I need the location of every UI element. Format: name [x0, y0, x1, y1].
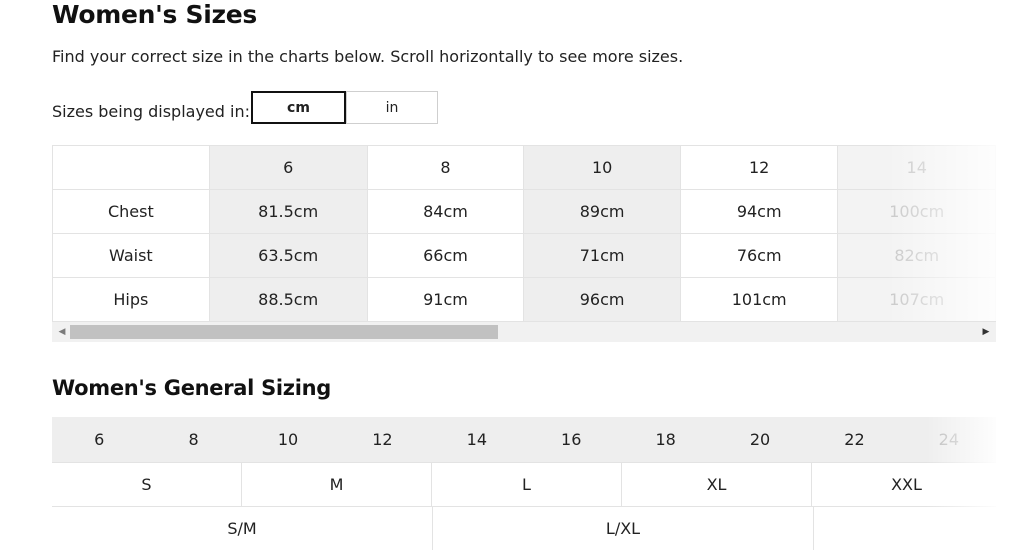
table-cell: 101cm: [679, 277, 839, 322]
size-header: 6: [208, 145, 368, 190]
combo-size: [813, 506, 996, 550]
row-label: Hips: [52, 277, 210, 322]
scrollbar-thumb[interactable]: [70, 325, 498, 339]
intro-text: Find your correct size in the charts bel…: [52, 47, 684, 66]
unit-toggle: cm in: [251, 91, 438, 124]
combo-size: S/M: [52, 506, 433, 550]
table-row: Waist 63.5cm 66cm 71cm 76cm 82cm: [52, 233, 996, 278]
table-cell: 76cm: [679, 233, 839, 278]
general-size: 22: [844, 430, 865, 449]
table-cell: 66cm: [366, 233, 525, 278]
letter-size: S: [52, 462, 242, 507]
unit-cm-button[interactable]: cm: [251, 91, 346, 124]
table-cell: 63.5cm: [208, 233, 368, 278]
letter-size: XXL: [811, 462, 996, 507]
general-size-row: 6 8 10 12 14 16 18 20 22 24: [52, 417, 996, 462]
table-row: Hips 88.5cm 91cm 96cm 101cm 107cm: [52, 277, 996, 322]
table-cell: 100cm: [837, 189, 996, 234]
horizontal-scrollbar[interactable]: ◀ ▶: [52, 322, 996, 342]
table-cell: 82cm: [837, 233, 996, 278]
table-cell: 96cm: [523, 277, 681, 322]
table-row: Chest 81.5cm 84cm 89cm 94cm 100cm: [52, 189, 996, 234]
page-title: Women's Sizes: [52, 0, 257, 29]
general-size: 10: [277, 430, 299, 449]
table-cell: 94cm: [679, 189, 839, 234]
general-size: 16: [561, 430, 582, 449]
size-header: 14: [837, 145, 996, 190]
scroll-left-icon[interactable]: ◀: [57, 327, 67, 337]
letter-size: XL: [621, 462, 812, 507]
table-row: 6 8 10 12 14: [52, 145, 996, 190]
size-header: 12: [679, 145, 839, 190]
general-size: 20: [749, 430, 771, 449]
row-label: Chest: [52, 189, 210, 234]
letter-size: M: [241, 462, 432, 507]
table-cell: 91cm: [366, 277, 525, 322]
general-size: 24: [938, 430, 960, 449]
general-size: 12: [372, 430, 393, 449]
unit-label: Sizes being displayed in:: [52, 102, 250, 121]
table-cell: 71cm: [523, 233, 681, 278]
general-size: 18: [655, 430, 676, 449]
table-cell: 89cm: [523, 189, 681, 234]
general-sizing-chart: 6 8 10 12 14 16 18 20 22 24 S M L XL XXL…: [52, 417, 996, 550]
letter-size: L: [431, 462, 622, 507]
scroll-right-icon[interactable]: ▶: [981, 327, 991, 337]
table-cell: 84cm: [366, 189, 525, 234]
table-cell: 107cm: [837, 277, 996, 322]
section-title: Women's General Sizing: [52, 376, 331, 400]
unit-in-button[interactable]: in: [346, 91, 438, 124]
general-size: 8: [188, 430, 199, 449]
row-label: Waist: [52, 233, 210, 278]
combo-size: L/XL: [432, 506, 814, 550]
letter-size-row: S M L XL XXL: [52, 462, 996, 507]
general-size: 14: [466, 430, 487, 449]
general-size: 6: [94, 430, 105, 449]
table-cell: 88.5cm: [208, 277, 368, 322]
table-cell: 81.5cm: [208, 189, 368, 234]
header-corner-cell: [52, 145, 210, 190]
combo-size-row: S/M L/XL: [52, 506, 996, 550]
size-chart: 6 8 10 12 14 Chest 81.5cm 84cm 89cm 94cm…: [52, 145, 996, 342]
size-table: 6 8 10 12 14 Chest 81.5cm 84cm 89cm 94cm…: [52, 145, 996, 322]
size-header: 8: [366, 145, 525, 190]
size-header: 10: [523, 145, 681, 190]
